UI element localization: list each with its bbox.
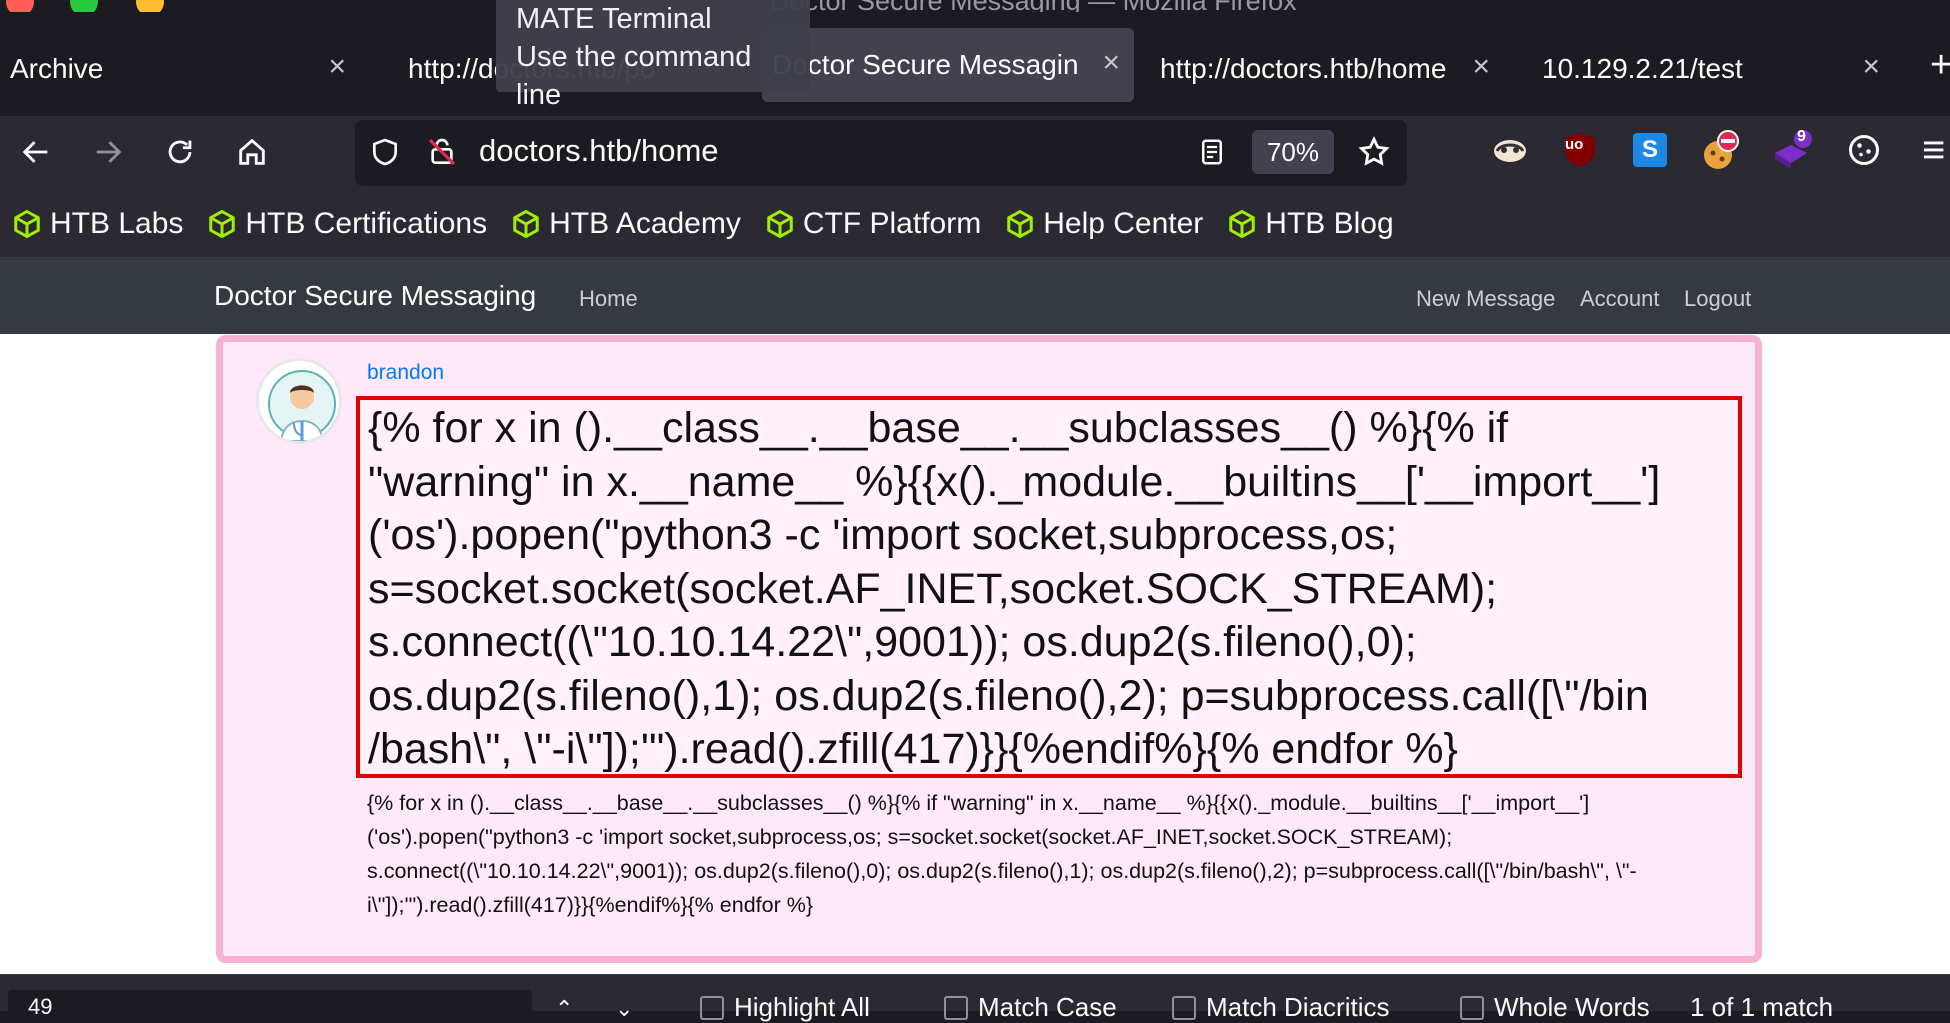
- bookmarks-toolbar: HTB Labs HTB Certifications HTB Academy …: [0, 195, 1950, 253]
- close-icon[interactable]: ×: [1102, 46, 1120, 80]
- checkbox-box: [700, 995, 724, 1020]
- bookmark-label: HTB Labs: [50, 207, 184, 240]
- zoom-level-button[interactable]: 70%: [1252, 130, 1334, 174]
- reload-icon[interactable]: [158, 130, 202, 174]
- close-icon[interactable]: ×: [1472, 50, 1490, 84]
- bookmark-htb-academy[interactable]: HTB Academy: [511, 207, 741, 241]
- bookmark-ctf-platform[interactable]: CTF Platform: [765, 207, 981, 241]
- bookmark-label: CTF Platform: [802, 207, 982, 240]
- tab-doctor-secure-messaging[interactable]: Doctor Secure Messagin ×: [762, 28, 1134, 102]
- find-result-count: 1 of 1 match: [1690, 992, 1834, 1022]
- s-extension-icon[interactable]: S: [1628, 128, 1672, 172]
- highlight-all-checkbox[interactable]: Highlight All: [700, 992, 870, 1023]
- cookie-blocked-icon[interactable]: [1698, 128, 1742, 172]
- tab-label: http://doctors.htb/home: [1160, 53, 1447, 84]
- nav-logout-link[interactable]: Logout: [1684, 286, 1751, 312]
- bookmark-label: HTB Certifications: [245, 207, 488, 240]
- shield-icon[interactable]: [363, 130, 407, 174]
- bookmark-htb-certifications[interactable]: HTB Certifications: [207, 207, 487, 241]
- message-author-link[interactable]: brandon: [367, 361, 444, 385]
- checkbox-box: [1460, 995, 1484, 1020]
- url-text[interactable]: doctors.htb/home: [479, 133, 719, 169]
- match-diacritics-label: Match Diacritics: [1206, 992, 1390, 1022]
- bookmark-label: Help Center: [1043, 207, 1204, 240]
- tab-label: 10.129.2.21/test: [1542, 53, 1743, 84]
- checkbox-box: [1172, 995, 1196, 1020]
- menu-icon[interactable]: ≡: [1922, 128, 1945, 173]
- back-icon[interactable]: [14, 130, 58, 174]
- htb-cube-icon: [513, 209, 539, 239]
- bookmark-label: HTB Blog: [1265, 207, 1394, 240]
- home-icon[interactable]: [230, 130, 274, 174]
- find-input[interactable]: 49: [8, 990, 532, 1020]
- reader-view-icon[interactable]: [1190, 130, 1234, 174]
- htb-cube-icon: [767, 209, 793, 239]
- checkbox-box: [944, 995, 968, 1020]
- whole-words-checkbox[interactable]: Whole Words: [1460, 992, 1650, 1023]
- notification-count-badge: 9: [1797, 128, 1806, 145]
- cookie-icon[interactable]: [1842, 128, 1886, 172]
- message-title: {% for x in ().__class__.__base__.__subc…: [356, 396, 1742, 778]
- window-titlebar: Doctor Secure Messaging — Mozilla Firefo…: [0, 0, 1950, 16]
- tab-archive[interactable]: Archive ×: [0, 28, 360, 110]
- close-icon[interactable]: ×: [1862, 50, 1880, 84]
- site-brand-link[interactable]: Doctor Secure Messaging: [214, 280, 536, 312]
- match-case-checkbox[interactable]: Match Case: [944, 992, 1117, 1023]
- bookmark-label: HTB Academy: [549, 207, 741, 240]
- htb-cube-icon: [1229, 209, 1256, 239]
- htb-cube-icon: [14, 209, 40, 239]
- hackbar-icon[interactable]: 9: [1770, 128, 1814, 172]
- s-extension-label: S: [1641, 136, 1658, 163]
- message-body: {% for x in ().__class__.__base__.__subc…: [367, 791, 1637, 917]
- tab-test[interactable]: 10.129.2.21/test ×: [1532, 28, 1894, 110]
- terminal-tooltip: MATE Terminal Use the command line: [496, 0, 810, 111]
- bookmark-htb-blog[interactable]: HTB Blog: [1227, 207, 1394, 241]
- nav-new-message-link[interactable]: New Message: [1416, 286, 1555, 312]
- htb-cube-icon: [1007, 209, 1033, 239]
- find-previous-icon[interactable]: ⌃: [555, 996, 573, 1022]
- bookmark-help-center[interactable]: Help Center: [1005, 207, 1203, 241]
- nav-home-link[interactable]: Home: [579, 286, 638, 312]
- whole-words-label: Whole Words: [1494, 992, 1650, 1022]
- foxyproxy-icon[interactable]: [1488, 128, 1532, 172]
- htb-cube-icon: [209, 209, 236, 239]
- tab-label: Doctor Secure Messagin: [772, 49, 1079, 80]
- tooltip-subtitle: Use the command line: [516, 41, 752, 111]
- forward-icon[interactable]: [86, 130, 130, 174]
- nav-account-link[interactable]: Account: [1580, 286, 1660, 312]
- tooltip-title: MATE Terminal: [516, 3, 712, 35]
- bookmark-htb-labs[interactable]: HTB Labs: [12, 207, 183, 241]
- bookmark-star-icon[interactable]: [1352, 130, 1396, 174]
- match-case-label: Match Case: [978, 992, 1117, 1022]
- avatar: [256, 358, 342, 444]
- match-diacritics-checkbox[interactable]: Match Diacritics: [1172, 992, 1389, 1023]
- ublock-label: uo: [1565, 136, 1584, 153]
- find-next-icon[interactable]: ⌄: [615, 996, 633, 1022]
- ublock-origin-icon[interactable]: uo: [1558, 128, 1602, 172]
- s-extension-badge: S: [1633, 133, 1667, 167]
- tab-doctors-home[interactable]: http://doctors.htb/home ×: [1150, 28, 1504, 110]
- tab-label: Archive: [10, 53, 104, 84]
- insecure-lock-icon[interactable]: [420, 130, 464, 174]
- new-tab-icon[interactable]: +: [1930, 44, 1950, 87]
- highlight-all-label: Highlight All: [734, 992, 870, 1022]
- close-icon[interactable]: ×: [328, 50, 346, 84]
